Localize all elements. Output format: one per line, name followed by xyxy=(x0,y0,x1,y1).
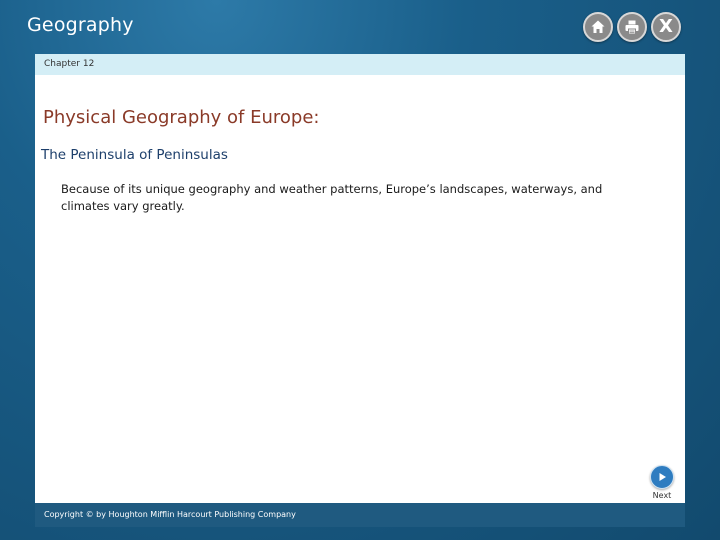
close-button[interactable]: X xyxy=(651,12,681,42)
print-button[interactable] xyxy=(617,12,647,42)
app-title: Geography xyxy=(27,14,134,36)
slide-content: Physical Geography of Europe: The Penins… xyxy=(35,75,685,503)
chapter-bar: Chapter 12 xyxy=(35,54,685,75)
body-text: Because of its unique geography and weat… xyxy=(61,182,603,213)
next-button[interactable] xyxy=(650,465,674,489)
chapter-label: Chapter 12 xyxy=(44,59,95,69)
slide-title: Physical Geography of Europe: xyxy=(43,107,320,128)
play-arrow-icon xyxy=(659,473,666,481)
close-icon: X xyxy=(659,16,673,37)
top-toolbar: X xyxy=(583,12,681,42)
copyright-text: Copyright © by Houghton Mifflin Harcourt… xyxy=(44,510,296,519)
next-label[interactable]: Next xyxy=(648,491,676,501)
slide-subtitle: The Peninsula of Peninsulas xyxy=(41,147,228,163)
home-icon xyxy=(591,20,605,33)
print-icon xyxy=(625,20,639,35)
footer-bar: Copyright © by Houghton Mifflin Harcourt… xyxy=(35,503,685,527)
home-button[interactable] xyxy=(583,12,613,42)
